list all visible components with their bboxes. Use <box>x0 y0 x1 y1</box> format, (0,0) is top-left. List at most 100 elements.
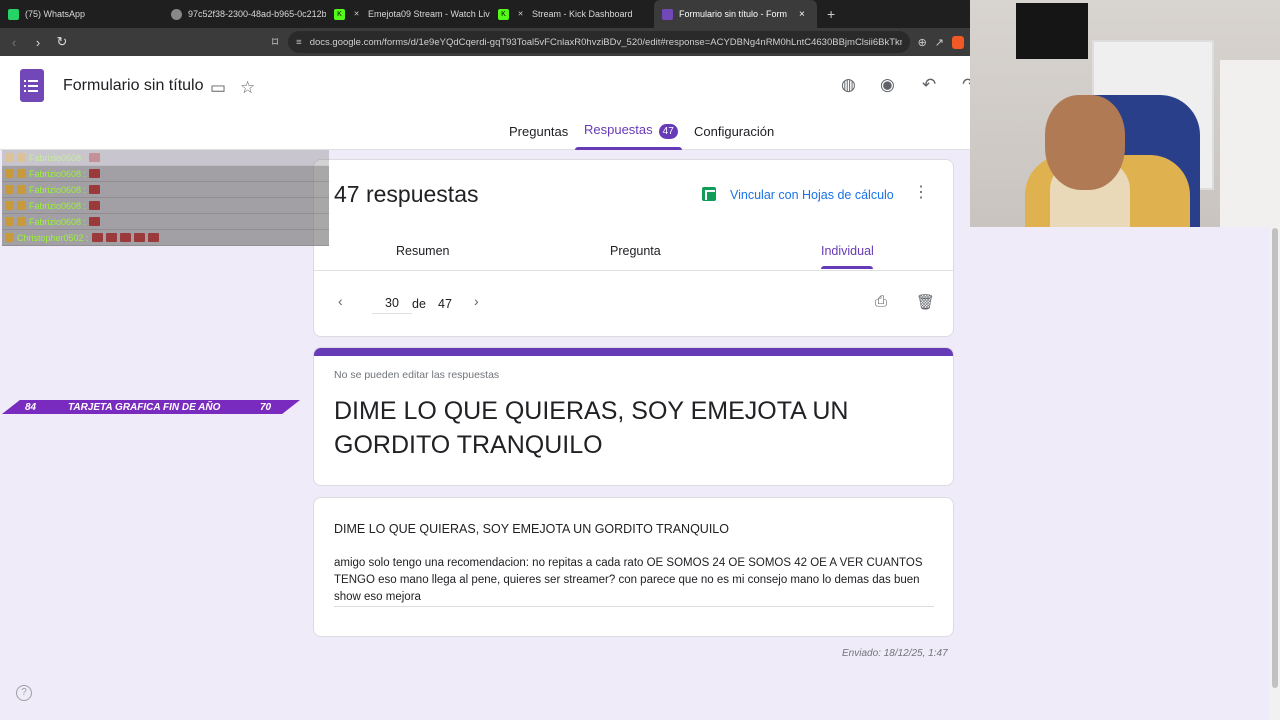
sheets-icon[interactable] <box>702 187 716 201</box>
badge-icon <box>5 217 14 226</box>
readonly-note: No se pueden editar las respuestas <box>334 369 500 381</box>
browser-tab-active[interactable]: Formulario sin título - Formulari × <box>654 0 817 28</box>
forms-icon <box>662 8 673 20</box>
form-title-card: No se pueden editar las respuestas DIME … <box>313 347 954 486</box>
share-icon[interactable]: ↗ <box>935 36 944 49</box>
reload-icon[interactable]: ↻ <box>52 34 72 50</box>
form-title: DIME LO QUE QUIERAS, SOY EMEJOTA UN GORD… <box>334 397 849 459</box>
folder-icon[interactable]: ▭ <box>210 78 226 98</box>
link-sheets-button[interactable]: Vincular con Hojas de cálculo <box>730 188 894 202</box>
question-title: DIME LO QUE QUIERAS, SOY EMEJOTA UN GORD… <box>334 522 729 536</box>
kick-icon: K <box>498 8 509 20</box>
browser-tab[interactable]: K ✕ Emejota09 Stream - Watch Live o <box>326 0 490 28</box>
browser-tab[interactable]: K ✕ Stream - Kick Dashboard <box>490 0 654 28</box>
trash-icon[interactable]: 🗑 <box>916 293 935 311</box>
subtab-individual[interactable]: Individual <box>821 244 874 258</box>
badge-icon <box>17 185 26 194</box>
back-icon[interactable]: ‹ <box>4 35 24 50</box>
badge-icon <box>5 169 14 178</box>
tab-respuestas[interactable]: Respuestas 47 <box>584 122 678 139</box>
emote-icon <box>147 233 159 242</box>
response-number-input[interactable]: 30 <box>372 292 412 314</box>
responses-summary-card: 47 respuestas Vincular con Hojas de cálc… <box>313 159 954 337</box>
answer-underline <box>334 606 934 607</box>
whatsapp-icon <box>8 8 19 20</box>
chat-user: Fabrizio0608 : <box>29 216 87 227</box>
form-accent-bar <box>314 348 953 356</box>
emote-icon <box>91 233 103 242</box>
chat-message: Fabrizio0608 : <box>2 150 329 166</box>
globe-icon <box>171 8 182 20</box>
more-options-icon[interactable]: ⋮ <box>913 182 929 202</box>
chat-message: Fabrizio0608 : <box>2 198 329 214</box>
palette-icon[interactable]: ◍ <box>841 75 856 95</box>
emote-icon <box>89 201 101 210</box>
tab-label: 97c52f38-2300-48ad-b965-0c212b6 <box>188 9 326 19</box>
responses-count-title: 47 respuestas <box>334 181 479 207</box>
active-tab-indicator <box>575 147 682 150</box>
preview-eye-icon[interactable]: ◉ <box>880 75 895 95</box>
address-bar[interactable]: ≡ docs.google.com/forms/d/1e9eYQdCqerdi-… <box>288 31 910 53</box>
tab-configuracion[interactable]: Configuración <box>694 124 774 139</box>
tab-label: Formulario sin título - Formulari <box>679 9 787 19</box>
site-info-icon[interactable]: ≡ <box>296 37 302 48</box>
kick-icon: K <box>334 8 345 20</box>
new-tab-button[interactable]: + <box>817 6 845 22</box>
form-doc-title[interactable]: Formulario sin título <box>63 77 204 95</box>
question-answer: amigo solo tengo una recomendacion: no r… <box>334 557 923 603</box>
divider <box>314 270 953 271</box>
forward-icon[interactable]: › <box>28 35 48 50</box>
badge-icon <box>5 233 14 242</box>
print-icon[interactable]: ⎙ <box>875 293 887 310</box>
goal-label: TARJETA GRAFICA FIN DE AÑO <box>68 401 221 413</box>
browser-tabstrip: (75) WhatsApp 97c52f38-2300-48ad-b965-0c… <box>0 0 970 28</box>
emote-icon <box>119 233 131 242</box>
help-icon[interactable]: ? <box>16 685 32 701</box>
emote-icon <box>105 233 117 242</box>
chat-user: Fabrizio0608 : <box>29 200 87 211</box>
subtab-indicator <box>821 266 873 269</box>
close-icon[interactable]: × <box>799 9 805 20</box>
emote-icon <box>89 185 101 194</box>
undo-icon[interactable]: ↶ <box>922 75 936 95</box>
browser-tab[interactable]: (75) WhatsApp <box>0 0 163 28</box>
tab-label: (75) WhatsApp <box>25 9 86 19</box>
tab-respuestas-label: Respuestas <box>584 122 653 137</box>
scroll-thumb[interactable] <box>1272 228 1278 688</box>
goal-left-value: 84 <box>25 401 37 413</box>
emote-icon <box>89 153 101 162</box>
webcam-wall-right <box>1220 60 1280 227</box>
browser-tab[interactable]: 97c52f38-2300-48ad-b965-0c212b6 <box>163 0 326 28</box>
next-response-icon[interactable]: › <box>474 293 479 309</box>
question-card: DIME LO QUE QUIERAS, SOY EMEJOTA UN GORD… <box>313 497 954 637</box>
prev-response-icon[interactable]: ‹ <box>338 293 343 309</box>
subtab-pregunta[interactable]: Pregunta <box>610 244 661 258</box>
chat-user: Christopher0502 : <box>17 232 89 243</box>
chat-message: Fabrizio0608 : <box>2 214 329 230</box>
chat-user: Fabrizio0608 : <box>29 168 87 179</box>
goal-right-value: 70 <box>260 401 272 413</box>
pager-of-label: de <box>412 297 426 311</box>
browser-toolbar: ‹ › ↻ ⌑ ≡ docs.google.com/forms/d/1e9eYQ… <box>0 28 970 56</box>
emote-icon <box>89 169 101 178</box>
forms-logo-icon[interactable] <box>20 69 44 102</box>
webcam-person-head <box>1045 95 1125 190</box>
chat-message: Fabrizio0608 : <box>2 166 329 182</box>
chat-message: Fabrizio0608 : <box>2 182 329 198</box>
bookmark-icon[interactable]: ⌑ <box>272 35 278 49</box>
zoom-icon[interactable]: ⊕ <box>918 36 927 49</box>
muted-icon: ✕ <box>517 11 524 18</box>
chat-user: Fabrizio0608 : <box>29 152 87 163</box>
submitted-timestamp: Enviado: 18/12/25, 1:47 <box>842 648 948 659</box>
badge-icon <box>5 201 14 210</box>
tab-preguntas[interactable]: Preguntas <box>509 124 568 139</box>
brave-shield-icon[interactable] <box>952 35 964 49</box>
url-text: docs.google.com/forms/d/1e9eYQdCqerdi-gq… <box>309 36 902 48</box>
subtab-resumen[interactable]: Resumen <box>396 244 450 258</box>
responses-count-badge: 47 <box>658 124 678 139</box>
star-icon[interactable]: ☆ <box>240 78 255 98</box>
tab-label: Emejota09 Stream - Watch Live o <box>368 9 490 19</box>
badge-icon <box>17 153 26 162</box>
badge-icon <box>17 217 26 226</box>
badge-icon <box>17 169 26 178</box>
